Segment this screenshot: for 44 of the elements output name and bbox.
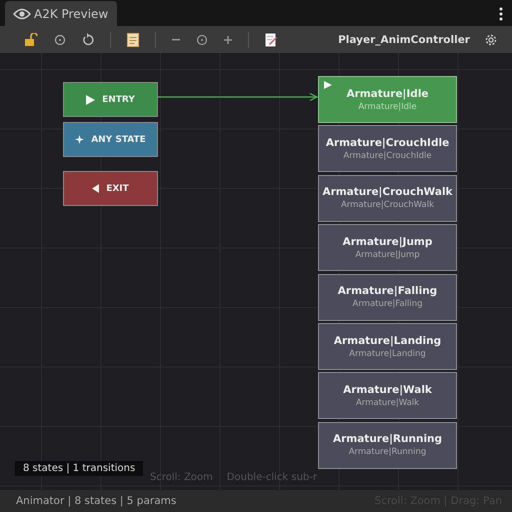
clip-name: Armature|CrouchIdle bbox=[343, 150, 432, 161]
target-icon[interactable] bbox=[54, 34, 66, 46]
state-node[interactable]: Armature|Falling Armature|Falling bbox=[318, 274, 457, 321]
clip-name: Armature|Running bbox=[348, 447, 426, 458]
zoom-reset-icon[interactable] bbox=[196, 34, 208, 46]
state-name: Armature|Jump bbox=[342, 236, 432, 248]
clip-name: Armature|Walk bbox=[356, 398, 420, 408]
special-state-node[interactable]: ANY STATE bbox=[63, 122, 158, 157]
clip-name: Armature|Landing bbox=[349, 348, 426, 358]
state-node[interactable]: Armature|Landing Armature|Landing bbox=[318, 323, 457, 370]
state-name: Armature|Walk bbox=[343, 384, 432, 396]
edit-document-icon[interactable] bbox=[265, 32, 277, 46]
state-node[interactable]: Armature|CrouchWalk Armature|CrouchWalk bbox=[318, 174, 457, 222]
status-text: Animator | 8 states | 5 params bbox=[16, 495, 176, 507]
state-name: Armature|CrouchIdle bbox=[326, 136, 450, 149]
state-name: Armature|CrouchWalk bbox=[322, 186, 453, 198]
preview-tab[interactable]: A2K Preview bbox=[5, 1, 117, 26]
state-name: Armature|Landing bbox=[334, 334, 442, 346]
sparkle-icon bbox=[75, 135, 84, 144]
clip-name: Armature|CrouchWalk bbox=[340, 200, 434, 210]
settings-icon[interactable] bbox=[484, 32, 498, 46]
zoom-in-icon[interactable] bbox=[224, 36, 232, 44]
play-icon bbox=[324, 81, 332, 89]
state-name: Armature|Falling bbox=[338, 285, 438, 298]
more-icon[interactable] bbox=[499, 7, 503, 21]
count-badge: 8 states | 1 transitions bbox=[15, 461, 144, 476]
special-state-node[interactable]: ENTRY bbox=[63, 82, 158, 117]
lock-icon[interactable] bbox=[24, 33, 38, 46]
eye-icon bbox=[13, 8, 31, 20]
clip-name: Armature|Jump bbox=[355, 250, 420, 260]
state-node[interactable]: Armature|Jump Armature|Jump bbox=[318, 224, 457, 272]
reset-icon[interactable] bbox=[82, 33, 94, 46]
controller-name: Player_AnimController bbox=[338, 34, 470, 46]
special-state-node[interactable]: EXIT bbox=[63, 171, 158, 206]
state-node[interactable]: Armature|Running Armature|Running bbox=[318, 422, 457, 469]
state-name: Armature|Running bbox=[332, 433, 442, 446]
clip-name: Armature|Idle bbox=[358, 102, 417, 112]
state-name: Armature|Idle bbox=[346, 88, 429, 100]
clip-name: Armature|Falling bbox=[352, 299, 422, 310]
clipboard-icon[interactable] bbox=[127, 32, 139, 46]
state-node[interactable]: Armature|Walk Armature|Walk bbox=[318, 372, 457, 420]
state-node[interactable]: Armature|CrouchIdle Armature|CrouchIdle bbox=[318, 125, 457, 172]
play-icon bbox=[86, 94, 96, 104]
back-icon bbox=[92, 184, 100, 193]
